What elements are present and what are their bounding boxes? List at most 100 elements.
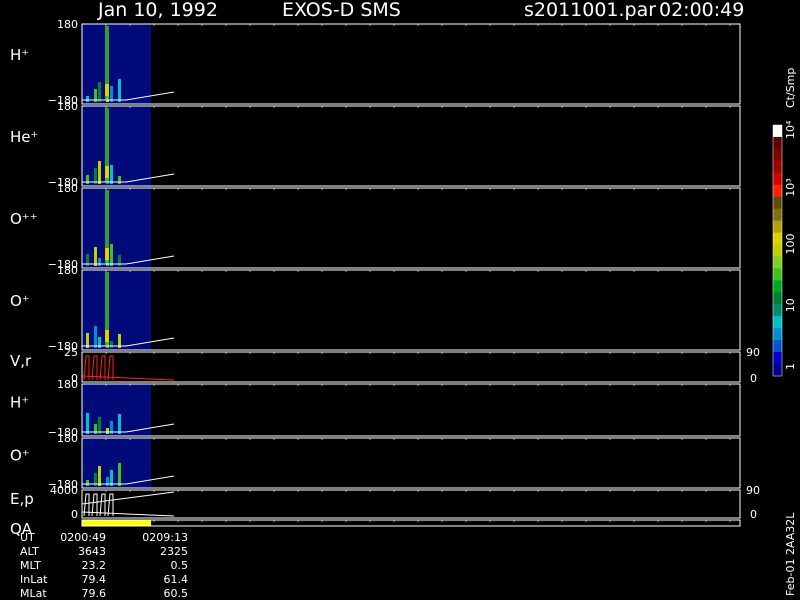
- heatmap-cell: [98, 82, 101, 102]
- y-tick-label: 4000: [50, 484, 78, 497]
- panel-frame: [81, 519, 741, 527]
- right-tick: 0: [750, 508, 757, 521]
- heatmap-cell: [86, 480, 89, 486]
- velocity-line: [81, 375, 175, 381]
- colorbar-swatch: [773, 208, 782, 222]
- heatmap-cell: [118, 176, 121, 184]
- colorbar-label: 10: [784, 298, 797, 312]
- y-tick-label: 180: [57, 378, 78, 391]
- panel-label: O⁺: [10, 447, 30, 465]
- panel-frame: [81, 23, 741, 105]
- colorbar-unit: Ct/Smp: [784, 68, 797, 108]
- footer-value-end: 0.5: [171, 559, 189, 572]
- footer-row-label: ALT: [20, 545, 39, 558]
- footer-value-start: 0200:49: [60, 531, 106, 544]
- panel-7: 90 0 E,p 4000 0: [10, 484, 760, 521]
- qa-bar: [82, 520, 152, 526]
- y-tick-label: 180: [57, 100, 78, 113]
- footer-row-label: UT: [20, 531, 35, 544]
- panel-4: 900V,r 250: [10, 346, 760, 385]
- colorbar-swatch: [773, 220, 782, 234]
- heatmap-peak: [105, 84, 109, 96]
- footer-row-label: InLat: [20, 573, 48, 586]
- footer-row-label: MLat: [20, 587, 47, 600]
- colorbar-label: 1: [784, 363, 797, 370]
- colorbar-swatch: [773, 136, 782, 150]
- panel-label: V,r: [10, 352, 32, 370]
- colorbar-label: 100: [784, 234, 797, 255]
- panel-label: O⁺: [10, 292, 30, 310]
- heatmap-peak: [105, 248, 109, 260]
- y-tick-label: 180: [57, 18, 78, 31]
- panel-0: H⁺180−180: [10, 18, 741, 107]
- heatmap-fill: [82, 384, 152, 436]
- panel-frame: [81, 105, 741, 187]
- panel-group: H⁺180−180He⁺180−180O⁺⁺180−180O⁺180−180 90…: [10, 18, 760, 538]
- heatmap-cell: [118, 414, 121, 434]
- sms-plot: Jan 10, 1992 EXOS-D SMS s2011001.par 02:…: [10, 0, 797, 600]
- footer-value-start: 23.2: [82, 559, 107, 572]
- panel-label: He⁺: [10, 128, 38, 146]
- heatmap-cell: [110, 341, 113, 348]
- heatmap-fill: [82, 438, 152, 488]
- heatmap-cell: [98, 417, 101, 434]
- colorbar: 1 10 100 10³ 10⁴ Ct/Smp: [772, 68, 797, 377]
- heatmap-fill: [82, 106, 152, 186]
- heatmap-peak: [105, 166, 109, 178]
- footer-table: UT 0200:49 0209:13 ALT 3643 2325 MLT 23.2 0.5 InL…: [20, 531, 188, 600]
- heatmap-fill: [82, 188, 152, 268]
- colorbar-swatch: [773, 340, 782, 353]
- colorbar-swatch: [773, 280, 782, 293]
- colorbar-swatch: [773, 316, 782, 329]
- right-tick: 0: [750, 372, 757, 385]
- colorbar-swatch: [773, 184, 782, 198]
- right-tick: 90: [746, 346, 760, 359]
- colorbar-swatch: [773, 125, 782, 138]
- heatmap-cell: [94, 247, 97, 266]
- heatmap-cell: [98, 258, 101, 266]
- panel-frame: [81, 383, 741, 437]
- y-tick-label: 180: [57, 432, 78, 445]
- colorbar-label: 10⁴: [784, 120, 797, 139]
- plot-header: Jan 10, 1992 EXOS-D SMS s2011001.par 02:…: [97, 0, 744, 21]
- y-tick-label: 180: [57, 182, 78, 195]
- panel-frame: [81, 187, 741, 269]
- header-date: Jan 10, 1992: [97, 0, 218, 21]
- panel-label: O⁺⁺: [10, 210, 38, 228]
- colorbar-swatch: [773, 268, 782, 281]
- panel-label: E,p: [10, 490, 34, 508]
- header-file: s2011001.par: [524, 0, 656, 21]
- footer-value-end: 61.4: [164, 573, 189, 586]
- colorbar-swatch: [773, 364, 782, 377]
- heatmap-cell: [98, 161, 101, 184]
- footer-value-end: 60.5: [164, 587, 189, 600]
- colorbar-swatch: [773, 148, 782, 162]
- heatmap-cell: [94, 326, 97, 348]
- panel-6: O⁺180−180: [10, 432, 741, 491]
- header-time: 02:00:49: [659, 0, 744, 21]
- energy-line: [81, 511, 175, 517]
- heatmap-fill: [82, 24, 152, 104]
- colorbar-swatch: [773, 244, 782, 257]
- footer-value-start: 79.6: [82, 587, 107, 600]
- footer-value-start: 3643: [78, 545, 106, 558]
- header-instrument: EXOS-D SMS: [282, 0, 401, 21]
- footer-value-start: 79.4: [82, 573, 107, 586]
- y-tick-label: 25: [64, 346, 78, 359]
- right-tick: 90: [746, 484, 760, 497]
- panel-frame: [81, 351, 741, 383]
- colorbar-swatch: [773, 232, 782, 246]
- footer-row-label: MLT: [20, 559, 41, 572]
- side-text: Feb-01 2AA32L: [784, 512, 797, 596]
- panel-1: He⁺180−180: [10, 100, 741, 189]
- heatmap-cell: [118, 79, 121, 102]
- panel-5: H⁺180−180: [10, 378, 741, 439]
- panel-3: O⁺180−180: [10, 264, 741, 353]
- panel-frame: [81, 489, 741, 519]
- heatmap-cell: [118, 463, 121, 486]
- colorbar-swatch: [773, 172, 782, 186]
- heatmap-cell: [98, 466, 101, 486]
- heatmap-cell: [86, 175, 89, 184]
- panel-2: O⁺⁺180−180: [10, 182, 741, 271]
- colorbar-swatch: [773, 292, 782, 305]
